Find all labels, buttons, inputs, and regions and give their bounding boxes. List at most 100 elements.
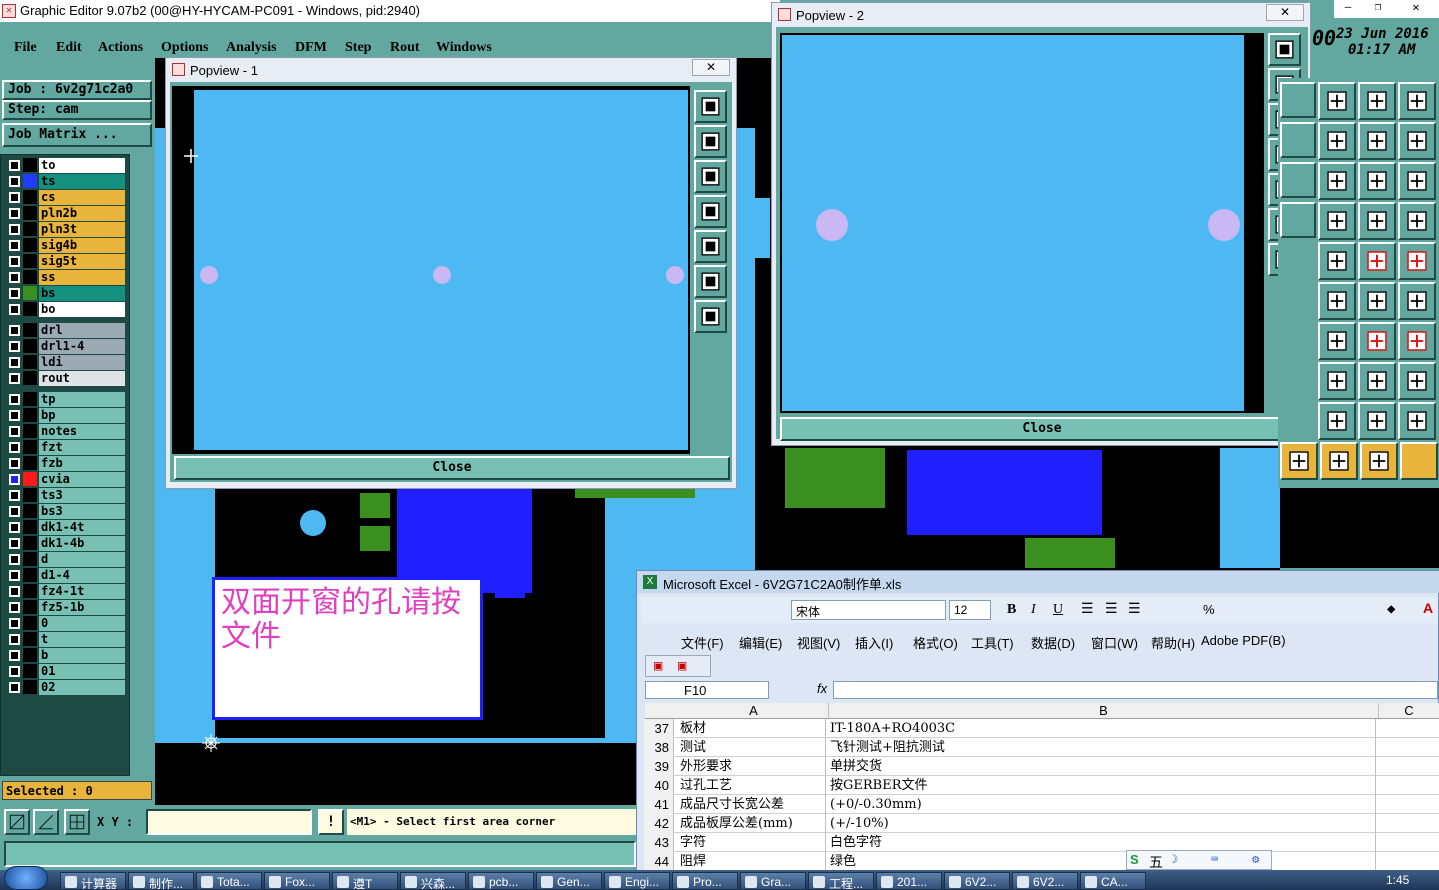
popview-1-zoom-tool-icon[interactable]: [694, 300, 727, 333]
layer-name[interactable]: tp: [39, 391, 125, 407]
column-header-a[interactable]: A: [679, 703, 829, 718]
undo-icon[interactable]: [1318, 82, 1356, 120]
layer-checkbox[interactable]: [9, 489, 20, 501]
menu-dfm[interactable]: DFM: [295, 40, 327, 56]
triangle-icon[interactable]: [1358, 402, 1396, 440]
taskbar-item[interactable]: 制作...: [128, 872, 194, 890]
cell-a[interactable]: 阻焊: [678, 852, 826, 871]
taskbar-item[interactable]: Pro...: [672, 872, 738, 890]
layers-icon[interactable]: [1398, 202, 1436, 240]
line-icon[interactable]: [1318, 322, 1356, 360]
snap-icon[interactable]: [1398, 282, 1436, 320]
underline-button[interactable]: U: [1053, 602, 1063, 618]
excel-menu-item[interactable]: 数据(D): [1031, 633, 1075, 652]
layer-row[interactable]: ldi: [7, 354, 125, 370]
layer-row[interactable]: pln2b: [7, 205, 125, 221]
taskbar-item[interactable]: Gen...: [536, 872, 602, 890]
taskbar-item[interactable]: 遵T: [332, 872, 398, 890]
draw-icon[interactable]: [1318, 242, 1356, 280]
layers-icon[interactable]: [1358, 202, 1396, 240]
rotate-icon[interactable]: [1358, 322, 1396, 360]
copy-icon[interactable]: [1398, 362, 1436, 400]
popview-2-close-button[interactable]: Close: [780, 417, 1304, 441]
cell-b[interactable]: 绿色: [828, 852, 1376, 871]
layer-row[interactable]: cs: [7, 189, 125, 205]
layer-checkbox[interactable]: [9, 665, 20, 677]
formula-bar[interactable]: [833, 681, 1438, 699]
layer-row[interactable]: 01: [7, 663, 125, 679]
popview-1-close-button[interactable]: Close: [174, 456, 730, 480]
layer-row[interactable]: dk1-4b: [7, 535, 125, 551]
cell-a[interactable]: 字符: [678, 833, 826, 852]
taskbar-item[interactable]: 6V2...: [1012, 872, 1078, 890]
cursor-icon[interactable]: [1320, 442, 1358, 480]
layer-row[interactable]: ts: [7, 173, 125, 189]
alert-icon[interactable]: !: [318, 809, 344, 835]
cell-a[interactable]: 测试: [678, 738, 826, 757]
excel-menu-item[interactable]: Adobe PDF(B): [1201, 633, 1286, 648]
layer-row[interactable]: notes: [7, 423, 125, 439]
layer-checkbox[interactable]: [9, 324, 20, 336]
menu-edit[interactable]: Edit: [56, 40, 82, 56]
snap-icon[interactable]: [1358, 282, 1396, 320]
grid-tool-button[interactable]: [64, 809, 90, 835]
layer-checkbox[interactable]: [9, 159, 20, 171]
popview-2-zoom-tool-icon[interactable]: [1268, 33, 1301, 66]
layer-checkbox[interactable]: [9, 633, 20, 645]
popview-1-close-icon[interactable]: ✕: [692, 59, 730, 76]
taskbar-item[interactable]: Engi...: [604, 872, 670, 890]
side-tool-icon[interactable]: [1280, 122, 1316, 158]
menu-options[interactable]: Options: [161, 40, 208, 56]
taskbar-item[interactable]: CA...: [1080, 872, 1146, 890]
align-center-icon[interactable]: ☰: [1105, 601, 1118, 617]
layer-checkbox[interactable]: [9, 239, 20, 251]
popview-1-zoom-tool-icon[interactable]: [694, 90, 727, 123]
layer-row[interactable]: bp: [7, 407, 125, 423]
dot-icon[interactable]: [1398, 242, 1436, 280]
popview-1-zoom-tool-icon[interactable]: [694, 125, 727, 158]
cell-b[interactable]: 按GERBER文件: [828, 776, 1376, 795]
excel-menu-item[interactable]: 工具(T): [971, 633, 1014, 652]
layer-name[interactable]: bp: [39, 407, 125, 423]
row-number[interactable]: 41: [644, 795, 674, 814]
fill-color-icon[interactable]: ◆: [1387, 601, 1395, 617]
font-name-select[interactable]: 宋体: [791, 600, 946, 620]
triangle-icon[interactable]: [1398, 402, 1436, 440]
menu-actions[interactable]: Actions: [98, 40, 143, 56]
layer-row[interactable]: bs: [7, 285, 125, 301]
cross-icon[interactable]: [1318, 282, 1356, 320]
layer-name[interactable]: sig5t: [39, 253, 125, 269]
layer-row[interactable]: bs3: [7, 503, 125, 519]
taskbar-clock[interactable]: 1:45: [1386, 873, 1409, 887]
layer-checkbox[interactable]: [9, 372, 20, 384]
help-icon[interactable]: [1398, 162, 1436, 200]
excel-menu-item[interactable]: 文件(F): [681, 633, 724, 652]
layer-row[interactable]: b: [7, 647, 125, 663]
layer-row[interactable]: bo: [7, 301, 125, 317]
cell-b[interactable]: 单拼交货: [828, 757, 1376, 776]
layer-checkbox[interactable]: [9, 255, 20, 267]
row-number[interactable]: 40: [644, 776, 674, 795]
export-icon[interactable]: [1318, 122, 1356, 160]
row-number[interactable]: 37: [644, 719, 674, 738]
layer-checkbox[interactable]: [9, 585, 20, 597]
excel-menu-item[interactable]: 插入(I): [855, 633, 893, 652]
command-line[interactable]: [4, 841, 636, 867]
row-number[interactable]: 38: [644, 738, 674, 757]
font-color-icon[interactable]: A: [1423, 600, 1433, 616]
layer-checkbox[interactable]: [9, 617, 20, 629]
ime-logo-icon[interactable]: S: [1130, 852, 1139, 867]
layer-row[interactable]: d1-4: [7, 567, 125, 583]
layer-row[interactable]: pln3t: [7, 221, 125, 237]
cell-b[interactable]: IT-180A+RO4003C: [828, 719, 1376, 738]
cell-a[interactable]: 成品尺寸长宽公差: [678, 795, 826, 814]
layer-name[interactable]: dk1-4b: [39, 535, 125, 551]
layer-checkbox[interactable]: [9, 569, 20, 581]
popview-2-close-icon[interactable]: ✕: [1266, 4, 1304, 21]
cell-a[interactable]: 板材: [678, 719, 826, 738]
flip-icon[interactable]: [1398, 322, 1436, 360]
popview-1-canvas[interactable]: [172, 86, 690, 454]
layer-checkbox[interactable]: [9, 521, 20, 533]
layer-name[interactable]: rout: [39, 370, 125, 386]
layer-name[interactable]: b: [39, 647, 125, 663]
